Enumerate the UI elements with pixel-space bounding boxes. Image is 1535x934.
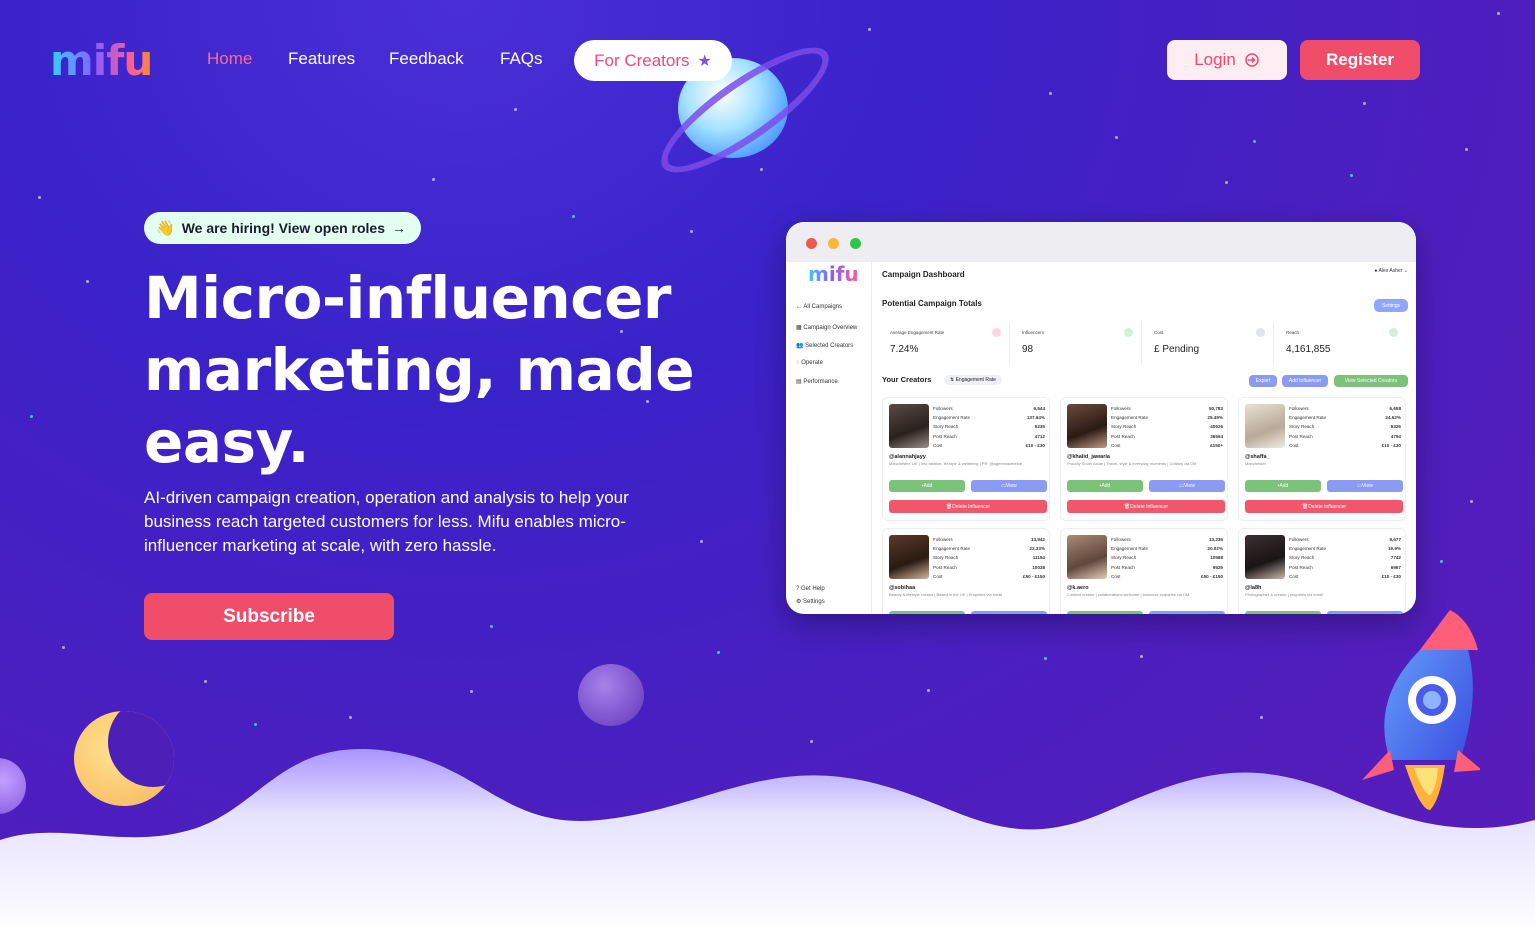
sidebar-get-help: ? Get Help [796,586,825,592]
creator-card: Followers 50,783 Engagement Rate 25.49% St… [1060,397,1228,521]
delete-button: 🗑 Delete Influencer [1067,500,1225,513]
sidebar-all-campaigns: ← All Campaigns [796,304,843,310]
view-button: ▭ View [1149,480,1225,492]
stat-cost: Cost £ Pending [1146,322,1274,364]
add-influencer-pill: Add Influencer [1282,375,1328,387]
hero-title: Micro-influencer marketing, made easy. [144,264,695,476]
creator-card: Followers 6,658 Engagement Rate 24.62% Sto… [1238,397,1406,521]
add-button: ▪ Add [889,480,965,492]
creator-photo [889,535,929,579]
maximize-dot [850,238,861,249]
creator-card: Followers 9,677 Engagement Rate 19.9% Stor… [1238,528,1406,614]
stat-engagement: Average Engagement Rate 7.24% [882,322,1010,364]
sidebar-selected-creators: 👥 Selected Creators [796,343,854,349]
creator-handle: @khalid_jawaria [1067,454,1110,460]
creator-stats: Followers 6,544 Engagement Rate 137.64% St… [933,406,1045,448]
creator-photo [889,404,929,448]
delete-button: 🗑 Delete Influencer [1245,500,1403,513]
nav-features-link[interactable]: Features [288,49,355,69]
login-icon [1245,53,1259,67]
nav-home-link[interactable]: Home [207,49,252,69]
add-button: ▪ Add [1245,480,1321,492]
creator-bio: Photographer & creator | enquiries via e… [1245,592,1323,597]
sidebar-campaign-overview: ▦ Campaign Overview [796,325,858,331]
creator-photo [1245,535,1285,579]
view-button: ▭ View [1327,480,1403,492]
creator-card: Followers 13,942 Engagement Rate 22.33% St… [882,528,1050,614]
stat-influencers: Influencers 98 [1014,322,1142,364]
creator-stats: Followers 13,235 Engagement Rate 20.02% St… [1111,537,1223,579]
hero-description: AI-driven campaign creation, operation a… [144,488,629,555]
sidebar-operate: ◌ Operate [796,360,823,366]
creator-stats: Followers 13,942 Engagement Rate 22.33% St… [933,537,1045,579]
export-pill: Export [1249,375,1277,387]
for-creators-button[interactable]: For Creators ★ [574,40,732,81]
arrow-right-icon: → [392,220,407,236]
creator-handle: @k.aero [1067,585,1089,591]
sidebar-settings: ⚙ Settings [796,599,825,605]
rocket-illustration [1362,610,1480,810]
hiring-banner[interactable]: 👋 We are hiring! View open roles → [144,212,421,244]
login-button[interactable]: Login [1167,40,1287,80]
sidebar-performance: ▤ Performance [796,379,838,385]
add-button: ▪ Add [1067,611,1143,614]
minimize-dot [828,238,839,249]
for-creators-label: For Creators [594,50,690,70]
register-button[interactable]: Register [1300,40,1420,80]
dashboard-logo: mifu [808,262,859,286]
window-titlebar [786,222,1416,262]
creator-bio: Manchester [1245,461,1266,466]
creator-handle: @shaffa_ [1245,454,1270,460]
close-dot [806,238,817,249]
creator-handle: @alannahjayy [889,454,926,460]
waving-hand-icon: 👋 [156,220,175,237]
stat-reach: Reach 4,161,855 [1278,322,1406,364]
your-creators-heading: Your Creators [882,375,932,384]
view-button: ▭ View [1149,611,1225,614]
settings-pill: Settings [1374,299,1408,312]
creator-photo [1067,535,1107,579]
add-button: ▪ Add [1067,480,1143,492]
star-icon: ★ [697,52,712,70]
dashboard-title: Campaign Dashboard [882,270,965,279]
top-nav: mifu Home Features Feedback FAQs For Cre… [0,40,1535,82]
delete-button: 🗑 Delete Influencer [889,500,1047,513]
creator-handle: @la8h [1245,585,1262,591]
creator-photo [1245,404,1285,448]
sort-pill: ⇅ Engagement Rate [944,375,1002,385]
creator-bio: Proudly South Asian | Travel, style & ev… [1067,461,1197,466]
cloud-wave [0,749,1535,934]
view-button: ▭ View [971,480,1047,492]
dashboard-sidebar: mifu ← All Campaigns ▦ Campaign Overview… [786,262,872,614]
hiring-text: We are hiring! View open roles [181,220,386,236]
creator-stats: Followers 9,677 Engagement Rate 19.9% Stor… [1289,537,1401,579]
subscribe-button[interactable]: Subscribe [144,593,394,640]
add-button: ▪ Add [889,611,965,614]
creator-bio: Content creator | collaborations welcome… [1067,592,1190,597]
user-menu: ● Alex Asher ⌄ [1374,268,1408,274]
add-button: ▪ Add [1245,611,1321,614]
view-selected-pill: View Selected Creators [1334,375,1408,387]
creator-photo [1067,404,1107,448]
creator-bio: Manchester, UK | Into fashion, lifestyle… [889,461,1023,466]
nav-feedback-link[interactable]: Feedback [389,49,464,69]
creator-card: Followers 6,544 Engagement Rate 137.64% St… [882,397,1050,521]
creator-bio: Beauty & lifestyle creator | Based in th… [889,592,1003,597]
dashboard-preview: mifu ← All Campaigns ▦ Campaign Overview… [786,222,1416,614]
creator-stats: Followers 50,783 Engagement Rate 25.49% St… [1111,406,1223,448]
creator-card: Followers 13,235 Engagement Rate 20.02% St… [1060,528,1228,614]
creator-stats: Followers 6,658 Engagement Rate 24.62% Sto… [1289,406,1401,448]
mifu-logo[interactable]: mifu [50,40,153,82]
creator-handle: @sobihaa [889,585,916,591]
nav-faqs-link[interactable]: FAQs [500,49,543,69]
view-button: ▭ View [971,611,1047,614]
totals-heading: Potential Campaign Totals [882,299,982,308]
login-label: Login [1194,50,1236,69]
